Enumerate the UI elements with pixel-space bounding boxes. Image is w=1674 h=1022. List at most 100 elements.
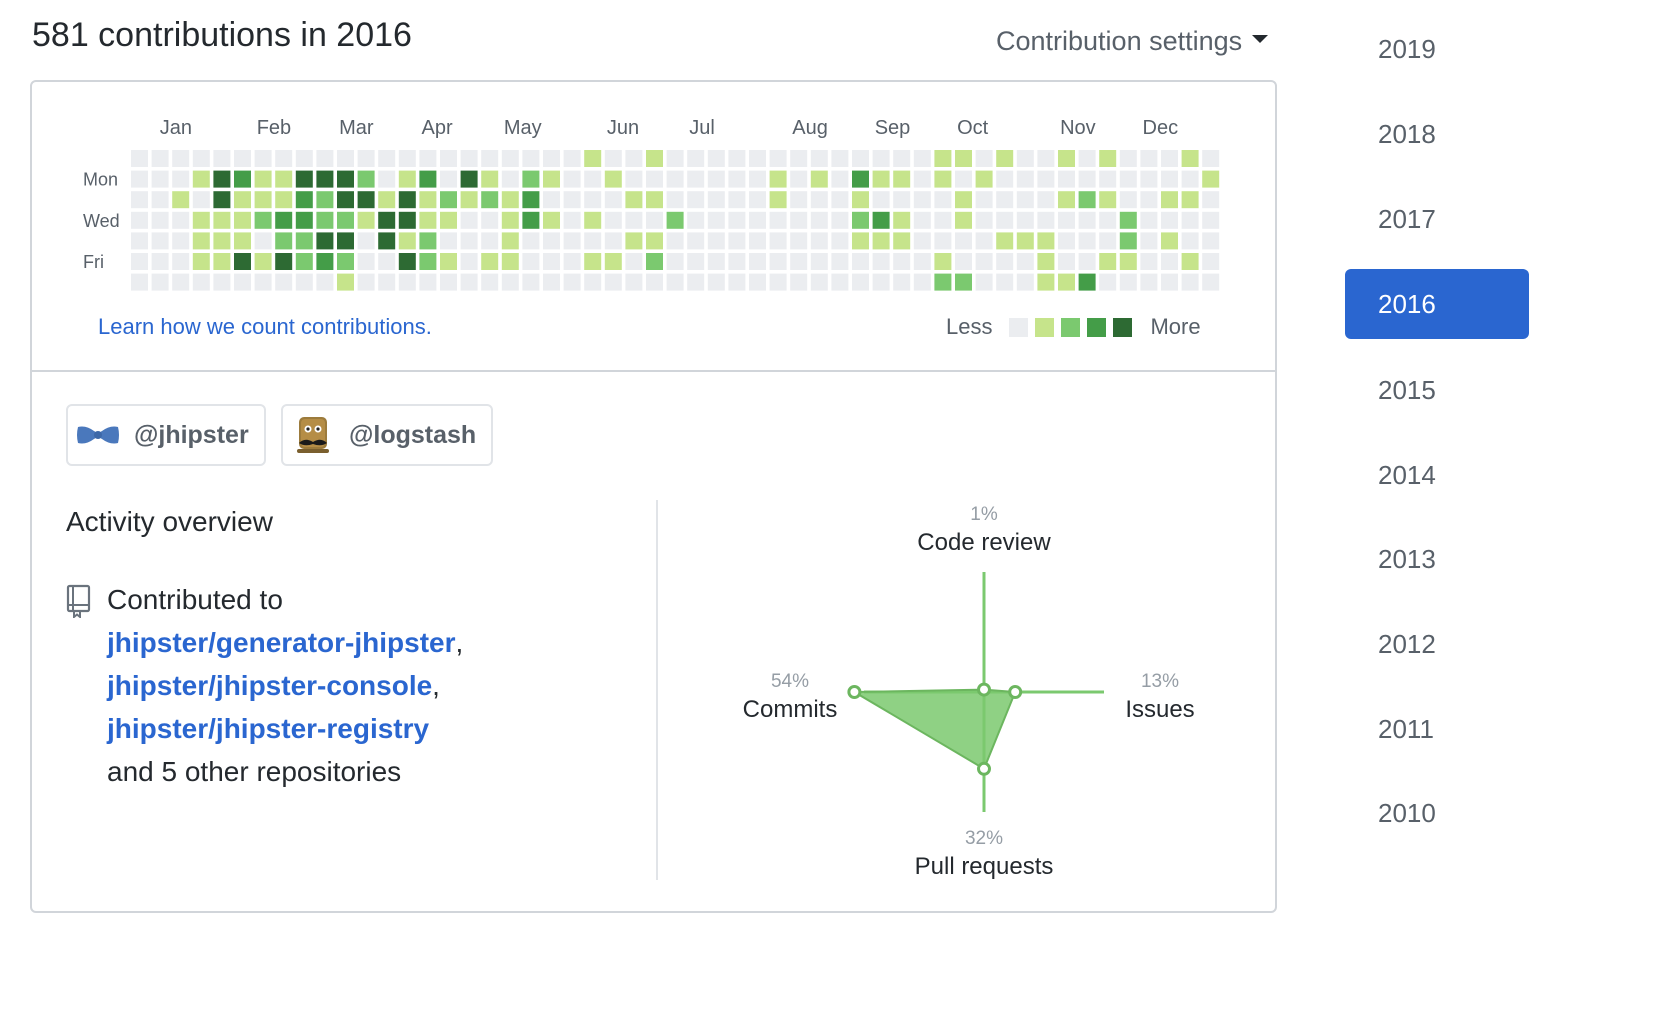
contribution-day-cell[interactable] bbox=[707, 170, 725, 188]
contribution-day-cell[interactable] bbox=[893, 170, 911, 188]
contribution-day-cell[interactable] bbox=[295, 211, 313, 229]
contribution-day-cell[interactable] bbox=[440, 232, 457, 250]
contribution-day-cell[interactable] bbox=[584, 273, 602, 291]
contribution-day-cell[interactable] bbox=[707, 191, 725, 209]
contribution-day-cell[interactable] bbox=[460, 191, 478, 209]
contribution-day-cell[interactable] bbox=[522, 191, 540, 209]
contribution-day-cell[interactable] bbox=[131, 170, 148, 188]
contribution-day-cell[interactable] bbox=[666, 191, 684, 209]
contribution-day-cell[interactable] bbox=[749, 232, 766, 250]
contribution-day-cell[interactable] bbox=[213, 273, 231, 291]
contribution-day-cell[interactable] bbox=[831, 273, 849, 291]
year-link-2019[interactable]: 2019 bbox=[1345, 14, 1529, 84]
contribution-day-cell[interactable] bbox=[275, 273, 293, 291]
contribution-day-cell[interactable] bbox=[337, 253, 354, 270]
contribution-day-cell[interactable] bbox=[790, 253, 808, 270]
contribution-day-cell[interactable] bbox=[666, 150, 684, 167]
contribution-day-cell[interactable] bbox=[666, 170, 684, 188]
contribution-day-cell[interactable] bbox=[192, 273, 210, 291]
contribution-day-cell[interactable] bbox=[1058, 211, 1075, 229]
contribution-day-cell[interactable] bbox=[604, 232, 622, 250]
contribution-day-cell[interactable] bbox=[852, 232, 869, 250]
contribution-day-cell[interactable] bbox=[769, 253, 787, 270]
contribution-day-cell[interactable] bbox=[563, 170, 581, 188]
contribution-day-cell[interactable] bbox=[604, 150, 622, 167]
contribution-day-cell[interactable] bbox=[234, 191, 251, 209]
contribution-day-cell[interactable] bbox=[234, 253, 251, 270]
contribution-day-cell[interactable] bbox=[831, 232, 849, 250]
contribution-day-cell[interactable] bbox=[398, 150, 416, 167]
contribution-day-cell[interactable] bbox=[584, 232, 602, 250]
year-link-2017[interactable]: 2017 bbox=[1345, 184, 1529, 254]
contribution-day-cell[interactable] bbox=[295, 150, 313, 167]
contribution-day-cell[interactable] bbox=[666, 273, 684, 291]
contribution-day-cell[interactable] bbox=[316, 150, 334, 167]
contribution-day-cell[interactable] bbox=[872, 191, 890, 209]
contribution-day-cell[interactable] bbox=[131, 150, 148, 167]
contribution-day-cell[interactable] bbox=[687, 273, 705, 291]
contribution-day-cell[interactable] bbox=[543, 211, 560, 229]
contribution-day-cell[interactable] bbox=[543, 191, 560, 209]
contribution-day-cell[interactable] bbox=[625, 170, 643, 188]
org-filter-jhipster[interactable]: @jhipster bbox=[66, 404, 266, 466]
contribution-day-cell[interactable] bbox=[666, 253, 684, 270]
contribution-day-cell[interactable] bbox=[563, 273, 581, 291]
contribution-day-cell[interactable] bbox=[852, 211, 869, 229]
contribution-day-cell[interactable] bbox=[625, 273, 643, 291]
repo-link-jhipster-registry[interactable]: jhipster/jhipster-registry bbox=[107, 713, 429, 744]
contribution-day-cell[interactable] bbox=[543, 232, 560, 250]
contribution-day-cell[interactable] bbox=[955, 253, 972, 270]
contribution-day-cell[interactable] bbox=[1078, 253, 1096, 270]
year-link-2016[interactable]: 2016 bbox=[1345, 269, 1529, 339]
contribution-day-cell[interactable] bbox=[625, 211, 643, 229]
contribution-day-cell[interactable] bbox=[254, 253, 272, 270]
contribution-day-cell[interactable] bbox=[625, 150, 643, 167]
contribution-day-cell[interactable] bbox=[1099, 191, 1117, 209]
contribution-day-cell[interactable] bbox=[1016, 150, 1034, 167]
contribution-day-cell[interactable] bbox=[975, 211, 993, 229]
contribution-day-cell[interactable] bbox=[172, 191, 190, 209]
contribution-day-cell[interactable] bbox=[1119, 253, 1137, 270]
contribution-day-cell[interactable] bbox=[604, 273, 622, 291]
contribution-day-cell[interactable] bbox=[378, 273, 396, 291]
contribution-day-cell[interactable] bbox=[254, 232, 272, 250]
contribution-day-cell[interactable] bbox=[769, 232, 787, 250]
contribution-day-cell[interactable] bbox=[1161, 273, 1178, 291]
contribution-day-cell[interactable] bbox=[522, 211, 540, 229]
contribution-day-cell[interactable] bbox=[707, 211, 725, 229]
contribution-day-cell[interactable] bbox=[934, 150, 952, 167]
contribution-day-cell[interactable] bbox=[357, 170, 375, 188]
contribution-day-cell[interactable] bbox=[192, 232, 210, 250]
contribution-day-cell[interactable] bbox=[810, 150, 828, 167]
contribution-day-cell[interactable] bbox=[275, 253, 293, 270]
contribution-day-cell[interactable] bbox=[646, 232, 663, 250]
contribution-day-cell[interactable] bbox=[893, 191, 911, 209]
contribution-day-cell[interactable] bbox=[151, 232, 169, 250]
contribution-day-cell[interactable] bbox=[1078, 211, 1096, 229]
contribution-day-cell[interactable] bbox=[378, 253, 396, 270]
contribution-day-cell[interactable] bbox=[460, 232, 478, 250]
contribution-day-cell[interactable] bbox=[295, 170, 313, 188]
year-link-2010[interactable]: 2010 bbox=[1345, 778, 1529, 848]
contribution-day-cell[interactable] bbox=[254, 191, 272, 209]
contribution-day-cell[interactable] bbox=[234, 170, 251, 188]
contribution-day-cell[interactable] bbox=[501, 170, 519, 188]
contribution-day-cell[interactable] bbox=[893, 211, 911, 229]
contribution-day-cell[interactable] bbox=[337, 150, 354, 167]
contribution-day-cell[interactable] bbox=[687, 150, 705, 167]
contribution-day-cell[interactable] bbox=[707, 232, 725, 250]
contribution-day-cell[interactable] bbox=[460, 253, 478, 270]
contribution-day-cell[interactable] bbox=[790, 191, 808, 209]
contribution-day-cell[interactable] bbox=[872, 273, 890, 291]
contribution-day-cell[interactable] bbox=[893, 273, 911, 291]
contribution-day-cell[interactable] bbox=[646, 150, 663, 167]
contribution-day-cell[interactable] bbox=[852, 253, 869, 270]
contribution-day-cell[interactable] bbox=[419, 150, 437, 167]
contribution-day-cell[interactable] bbox=[872, 170, 890, 188]
learn-contributions-link[interactable]: Learn how we count contributions. bbox=[98, 314, 432, 340]
year-link-2015[interactable]: 2015 bbox=[1345, 355, 1529, 425]
contribution-day-cell[interactable] bbox=[151, 253, 169, 270]
contribution-day-cell[interactable] bbox=[440, 273, 457, 291]
contribution-day-cell[interactable] bbox=[151, 273, 169, 291]
contribution-day-cell[interactable] bbox=[316, 211, 334, 229]
